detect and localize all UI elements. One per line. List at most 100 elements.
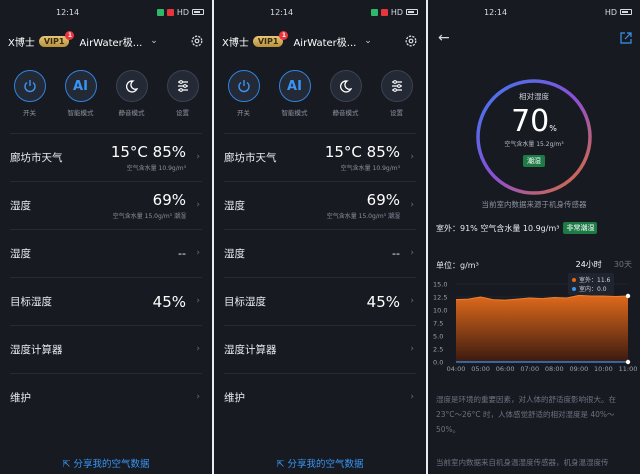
list-item[interactable]: 湿度 -- › <box>10 229 202 277</box>
outdoor-text: 室外：91% 空气含水量 10.9g/m³ <box>436 223 560 233</box>
gauge-subtext: 空气含水量 15.2g/m³ <box>504 141 564 148</box>
share-air-data-link[interactable]: ⇱ 分享我的空气数据 <box>0 456 212 470</box>
mode-moon-button[interactable]: 静音模式 <box>110 70 154 117</box>
hd-indicator: HD <box>176 7 189 17</box>
mode-label: 智能模式 <box>67 109 94 117</box>
moon-icon[interactable] <box>115 70 148 102</box>
list-item[interactable]: 目标湿度 45% › <box>10 277 202 325</box>
row-value: -- <box>178 247 186 260</box>
row-label: 湿度 <box>10 248 31 260</box>
back-arrow-icon[interactable]: ← <box>438 30 450 46</box>
tab-30d[interactable]: 30天 <box>614 259 632 270</box>
legend-indoor: 室内：0.0 <box>572 284 610 293</box>
share-air-data-link[interactable]: ⇱ 分享我的空气数据 <box>214 456 426 470</box>
legend-outdoor-dot <box>572 277 576 282</box>
list-item[interactable]: 廊坊市天气 15°C 85% 空气含水量 10.9g/m³ › <box>10 133 202 181</box>
x-tick-label: 08:00 <box>545 365 564 373</box>
row-label: 维护 <box>224 392 245 404</box>
vip-notification-dot: 1 <box>279 30 289 40</box>
tab-24h[interactable]: 24小时 <box>576 259 602 270</box>
list-item[interactable]: 湿度 -- › <box>224 229 416 277</box>
list-item[interactable]: 维护 › <box>10 373 202 421</box>
home-topbar: X博士 VIP1 1 AirWater极... ⌄ <box>214 24 426 58</box>
home-panel-1: 12:14 HD X博士 VIP1 1 AirWater极... ⌄ 开关 AI … <box>0 0 212 474</box>
list-item[interactable]: 目标湿度 45% › <box>224 277 416 325</box>
series-outdoor-endpoint <box>625 293 631 299</box>
vip-badge[interactable]: VIP1 1 <box>38 30 75 47</box>
share-icon: ⇱ <box>276 459 288 470</box>
list-item[interactable]: 湿度 69% 空气含水量 15.0g/m³ 潮湿 › <box>224 181 416 229</box>
list-item[interactable]: 湿度计算器 › <box>10 325 202 373</box>
row-value: 45% <box>366 293 400 311</box>
chevron-down-icon[interactable]: ⌄ <box>364 36 372 46</box>
y-tick-label: 7.5 <box>433 320 443 328</box>
row-value: 69% <box>366 191 400 209</box>
row-value-block: 69% 空气含水量 15.0g/m³ 潮湿 <box>327 191 400 220</box>
status-icons: HD <box>605 8 632 17</box>
mode-buttons: 开关 AI 智能模式 静音模式 设置 <box>0 58 212 117</box>
power-icon[interactable] <box>13 70 46 102</box>
mode-sliders-button[interactable]: 设置 <box>161 70 205 117</box>
list-item[interactable]: 湿度计算器 › <box>224 325 416 373</box>
row-subtext: 空气含水量 15.0g/m³ 潮湿 <box>112 213 186 220</box>
share-external-icon[interactable] <box>620 32 632 44</box>
gauge-value: 70% <box>511 104 557 139</box>
status-bar: 12:14 HD <box>0 0 212 24</box>
moon-icon[interactable] <box>329 70 362 102</box>
row-value-block: 69% 空气含水量 15.0g/m³ 潮湿 <box>113 191 186 220</box>
sliders-icon[interactable] <box>380 70 413 102</box>
app-notify-icon <box>380 8 388 16</box>
list-item[interactable]: 湿度 69% 空气含水量 15.0g/m³ 潮湿 › <box>10 181 202 229</box>
status-time: 12:14 <box>56 7 80 17</box>
status-icons: HD <box>156 7 204 17</box>
gear-icon[interactable] <box>404 34 418 48</box>
gauge-readout: 相对湿度 70% 空气含水量 15.2g/m³ 潮湿 <box>474 77 594 197</box>
sliders-icon[interactable] <box>166 70 199 102</box>
list-item[interactable]: 维护 › <box>224 373 416 421</box>
ai-icon[interactable]: AI <box>64 70 97 102</box>
status-list: 廊坊市天气 15°C 85% 空气含水量 10.9g/m³ › 湿度 69% 空… <box>214 133 426 421</box>
mode-sliders-button[interactable]: 设置 <box>375 70 419 117</box>
mode-ai-button[interactable]: AI 智能模式 <box>273 70 317 117</box>
gear-icon[interactable] <box>190 34 204 48</box>
y-tick-label: 12.5 <box>433 294 447 302</box>
chart-unit-label: 单位：g/m³ <box>436 261 479 270</box>
chevron-right-icon: › <box>196 344 200 354</box>
mode-label: 设置 <box>390 109 403 117</box>
chevron-right-icon: › <box>196 392 200 402</box>
series-indoor-endpoint <box>625 359 631 365</box>
ai-icon[interactable]: AI <box>278 70 311 102</box>
y-tick-label: 2.5 <box>433 346 443 354</box>
chevron-right-icon: › <box>410 296 414 306</box>
device-selector[interactable]: AirWater极... <box>293 34 356 49</box>
mode-label: 开关 <box>237 109 250 117</box>
x-tick-label: 09:00 <box>569 365 588 373</box>
battery-icon <box>406 9 418 15</box>
device-selector[interactable]: AirWater极... <box>79 34 142 49</box>
mode-power-button[interactable]: 开关 <box>8 70 52 117</box>
x-tick-label: 05:00 <box>471 365 490 373</box>
row-value: 45% <box>152 293 186 311</box>
mode-label: 开关 <box>23 109 36 117</box>
chevron-right-icon: › <box>196 200 200 210</box>
row-label: 廊坊市天气 <box>224 152 277 164</box>
humidity-detail-panel: 12:14 HD ← 相对湿度 70% 空气含水量 15.2g/m³ 潮湿 当前… <box>428 0 640 474</box>
list-item[interactable]: 廊坊市天气 15°C 85% 空气含水量 10.9g/m³ › <box>224 133 416 181</box>
mode-power-button[interactable]: 开关 <box>222 70 266 117</box>
power-icon[interactable] <box>227 70 260 102</box>
mode-moon-button[interactable]: 静音模式 <box>324 70 368 117</box>
status-icons: HD <box>370 8 418 17</box>
battery-icon <box>192 9 204 15</box>
status-list: 廊坊市天气 15°C 85% 空气含水量 10.9g/m³ › 湿度 69% 空… <box>0 133 212 421</box>
range-tabs: 24小时 30天 <box>576 259 632 270</box>
x-tick-label: 06:00 <box>496 365 515 373</box>
chevron-right-icon: › <box>410 344 414 354</box>
humidity-description: 湿度是环境的重要因素，对人体的舒适度影响很大。在 23°C～26°C 时，人体感… <box>436 395 616 434</box>
app-notify-icon <box>370 8 378 16</box>
gauge-title: 相对湿度 <box>519 92 549 101</box>
row-label: 湿度计算器 <box>10 344 63 356</box>
row-value: 15°C 85% <box>324 143 400 161</box>
vip-badge[interactable]: VIP1 1 <box>252 30 289 47</box>
chevron-down-icon[interactable]: ⌄ <box>150 36 158 46</box>
mode-ai-button[interactable]: AI 智能模式 <box>59 70 103 117</box>
